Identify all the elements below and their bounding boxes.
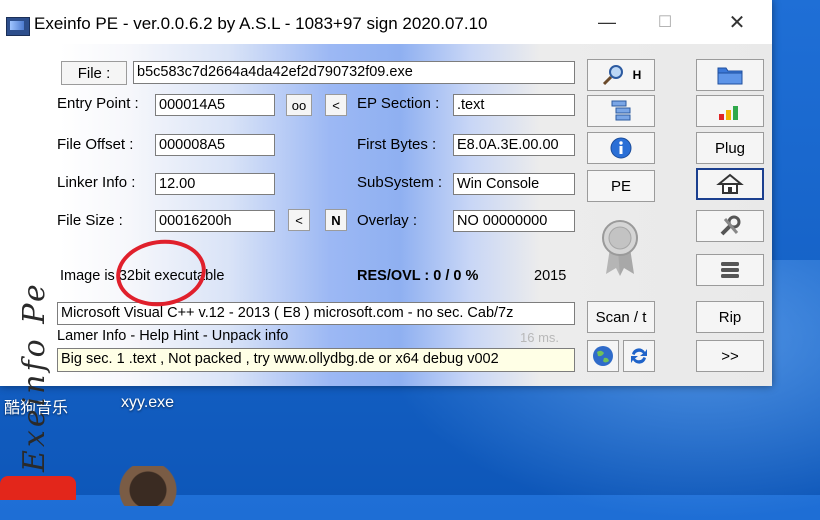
refresh-icon	[631, 348, 647, 364]
window-title: Exeinfo PE - ver.0.0.6.2 by A.S.L - 1083…	[34, 14, 488, 33]
desktop-avatar-icon[interactable]	[108, 466, 188, 506]
exeinfo-window: Exeinfo PE - ver.0.0.6.2 by A.S.L - 1083…	[0, 0, 772, 472]
minimize-button[interactable]: —	[578, 0, 636, 44]
tools-button[interactable]	[696, 210, 764, 242]
medal-icon	[598, 218, 642, 276]
ep-section-field[interactable]: .text	[453, 94, 575, 116]
oo-button[interactable]: oo	[286, 94, 312, 116]
magnifier-icon	[602, 65, 623, 86]
web-button[interactable]	[587, 340, 619, 372]
file-button[interactable]: File :	[61, 61, 127, 85]
menu-button[interactable]	[696, 254, 764, 286]
logo: Exeinfo Pe	[17, 281, 52, 472]
tools-icon	[720, 215, 741, 236]
open-file-button[interactable]	[696, 59, 764, 91]
app-icon[interactable]	[6, 17, 30, 36]
file-size-label: File Size :	[57, 212, 123, 229]
timing-text: 16 ms.	[520, 330, 560, 345]
entry-point-label: Entry Point :	[57, 95, 139, 112]
entry-point-back-button[interactable]: <	[325, 94, 347, 116]
stats-button[interactable]	[696, 95, 764, 127]
globe-icon	[593, 346, 613, 366]
overlay-label: Overlay :	[357, 212, 418, 229]
refresh-button[interactable]	[623, 340, 655, 372]
search-button[interactable]: H	[587, 59, 655, 91]
overlay-field[interactable]: NO 00000000	[453, 210, 575, 232]
desktop-icon-label-xyy[interactable]: xyy.exe	[121, 394, 174, 412]
file-size-field[interactable]: 00016200h	[155, 210, 275, 232]
scan-button[interactable]: Scan / t	[587, 301, 655, 333]
info-icon	[610, 137, 632, 159]
lamer-info-text: Lamer Info - Help Hint - Unpack info	[57, 328, 289, 344]
subsystem-label: SubSystem :	[357, 174, 443, 191]
title-bar[interactable]: Exeinfo PE - ver.0.0.6.2 by A.S.L - 1083…	[0, 0, 772, 44]
file-size-back-button[interactable]: <	[288, 209, 310, 231]
pe-button[interactable]: PE	[587, 170, 655, 202]
list-icon	[721, 262, 739, 278]
subsystem-field[interactable]: Win Console	[453, 173, 575, 195]
home-icon	[716, 173, 744, 194]
home-button[interactable]	[696, 168, 764, 200]
res-ovl-text: RES/OVL : 0 / 0 %	[357, 268, 479, 284]
sections-icon	[611, 100, 631, 121]
rip-button[interactable]: Rip	[696, 301, 764, 333]
file-offset-field[interactable]: 000008A5	[155, 134, 275, 156]
ep-section-label: EP Section :	[357, 95, 440, 112]
file-path-field[interactable]: b5c583c7d2664a4da42ef2d790732f09.exe	[133, 61, 575, 84]
plug-button[interactable]: Plug	[696, 132, 764, 164]
folder-icon	[717, 67, 743, 85]
hint-field[interactable]: Big sec. 1 .text , Not packed , try www.…	[57, 348, 575, 372]
logo-strip: Exeinfo Pe	[0, 44, 52, 472]
detection-field[interactable]: Microsoft Visual C++ v.12 - 2013 ( E8 ) …	[57, 302, 575, 325]
year-text: 2015	[534, 268, 567, 284]
linker-info-field[interactable]: 12.00	[155, 173, 275, 195]
first-bytes-field[interactable]: E8.0A.3E.00.00	[453, 134, 575, 156]
search-h-label: H	[632, 68, 642, 82]
n-button[interactable]: N	[325, 209, 347, 231]
sections-button[interactable]	[587, 95, 655, 127]
maximize-button[interactable]: ☐	[636, 0, 694, 44]
file-offset-label: File Offset :	[57, 136, 134, 153]
next-button[interactable]: >>	[696, 340, 764, 372]
first-bytes-label: First Bytes :	[357, 136, 437, 153]
desktop-app-icon[interactable]	[0, 476, 76, 500]
close-button[interactable]: ✕	[708, 0, 766, 44]
info-button[interactable]	[587, 132, 655, 164]
bar-stats-icon	[719, 106, 738, 120]
entry-point-field[interactable]: 000014A5	[155, 94, 275, 116]
linker-info-label: Linker Info :	[57, 174, 136, 191]
